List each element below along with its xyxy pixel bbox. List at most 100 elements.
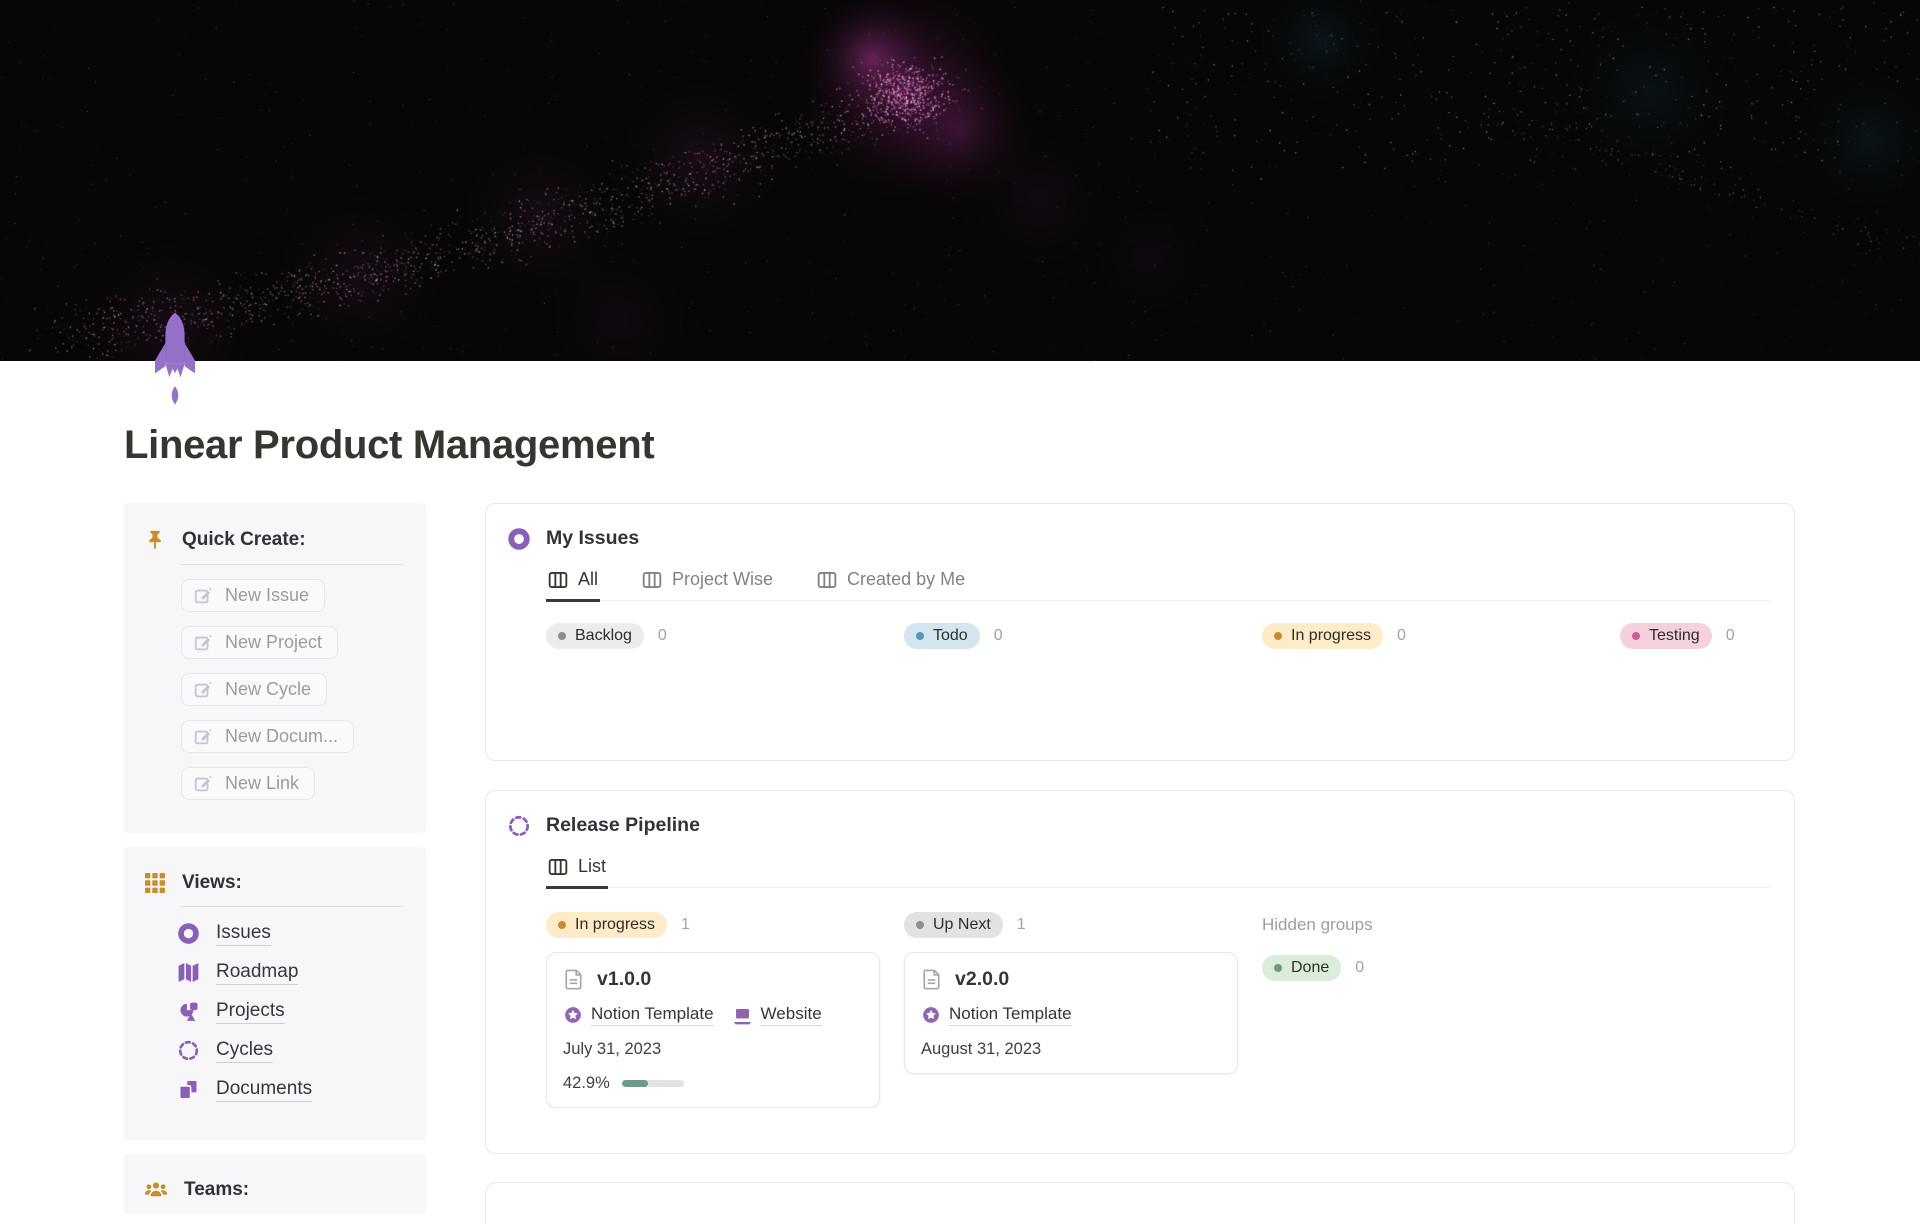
status-groups-row: Backlog 0 Todo 0 In progress 0 Testing 0: [546, 623, 1770, 649]
column-count: 0: [1355, 959, 1365, 976]
tab-label: Project Wise: [672, 569, 774, 589]
button-label: New Cycle: [225, 679, 312, 699]
board-view-icon: [548, 858, 568, 875]
quick-create-section: Quick Create: New Issue New Project New …: [124, 503, 426, 833]
status-pill[interactable]: In progress: [546, 912, 668, 938]
tab-label: List: [578, 856, 607, 876]
status-pill[interactable]: Testing: [1620, 623, 1712, 649]
link-label: Notion Template: [949, 1004, 1072, 1026]
compose-icon: [194, 775, 212, 791]
grid-icon: [145, 873, 165, 893]
star-badge-icon: [565, 1007, 581, 1023]
cycles-icon: [178, 1040, 199, 1061]
status-pill[interactable]: Backlog: [546, 623, 644, 649]
sidebar-item-issues[interactable]: Issues: [176, 921, 426, 946]
tab-label: All: [578, 569, 599, 589]
notion-template-link[interactable]: Notion Template: [921, 1004, 1072, 1026]
page-content: Quick Create: New Issue New Project New …: [0, 503, 1920, 1228]
new-link-button[interactable]: New Link: [181, 767, 316, 800]
status-label: In progress: [1291, 627, 1372, 644]
my-issues-tabs: All Project Wise Created by Me: [546, 569, 1770, 602]
pushpin-icon: [149, 530, 161, 550]
star-badge-icon: [923, 1007, 939, 1023]
tab-all[interactable]: All: [546, 569, 601, 602]
status-dot: [1274, 632, 1282, 640]
rocket-icon[interactable]: [150, 311, 200, 407]
card-title: Release Pipeline: [546, 814, 700, 836]
status-pill[interactable]: In progress: [1262, 623, 1384, 649]
quick-create-title: Quick Create:: [182, 529, 306, 550]
button-label: New Link: [225, 773, 300, 793]
laptop-icon: [733, 1008, 751, 1024]
section-divider: [181, 564, 402, 565]
roadmap-icon: [178, 963, 199, 982]
status-label: In progress: [575, 916, 656, 933]
board-view-icon: [642, 571, 662, 588]
status-label: Testing: [1649, 627, 1700, 644]
column-up-next: Up Next 1 v2.0.0 Notion Template August …: [904, 910, 1238, 1108]
views-header: Views:: [124, 872, 426, 894]
column-header: Up Next 1: [904, 910, 1238, 940]
page-icon: [923, 969, 940, 990]
page-title: Linear Product Management: [124, 423, 655, 467]
release-card-v2[interactable]: v2.0.0 Notion Template August 31, 2023: [904, 952, 1238, 1074]
quick-create-header: Quick Create:: [124, 528, 426, 552]
status-dot: [1274, 964, 1282, 972]
status-label: Up Next: [933, 916, 991, 933]
sidebar-item-roadmap[interactable]: Roadmap: [176, 960, 426, 985]
status-dot: [558, 921, 566, 929]
group-in-progress: In progress 0: [1262, 623, 1596, 649]
my-issues-icon: [508, 528, 530, 550]
board-view-icon: [548, 571, 568, 588]
page-icon: [565, 969, 582, 990]
section-divider: [181, 906, 402, 907]
tab-list[interactable]: List: [546, 856, 609, 889]
release-progress: 42.9%: [563, 1074, 863, 1093]
board-view-icon: [817, 571, 837, 588]
card-title: My Issues: [546, 527, 640, 549]
teams-title: Teams:: [184, 1179, 250, 1200]
column-header: Done 0: [1262, 953, 1596, 983]
status-dot: [558, 632, 566, 640]
progress-label: 42.9%: [563, 1074, 610, 1092]
new-issue-button[interactable]: New Issue: [181, 579, 326, 612]
group-backlog: Backlog 0: [546, 623, 880, 649]
tab-label: Created by Me: [847, 569, 966, 589]
projects-icon: [180, 1002, 198, 1021]
new-document-button[interactable]: New Docum...: [181, 720, 355, 753]
release-board: In progress 1 v1.0.0 Notion Template Web…: [546, 910, 1770, 1108]
sidebar: Quick Create: New Issue New Project New …: [124, 503, 426, 1228]
tab-created-by-me[interactable]: Created by Me: [815, 569, 967, 602]
sidebar-item-label: Cycles: [216, 1039, 274, 1063]
release-pipeline-icon: [508, 815, 530, 837]
new-project-button[interactable]: New Project: [181, 626, 339, 659]
release-card-v1[interactable]: v1.0.0 Notion Template Website July 31, …: [546, 952, 880, 1108]
new-cycle-button[interactable]: New Cycle: [181, 673, 328, 706]
sidebar-item-documents[interactable]: Documents: [176, 1077, 426, 1102]
link-label: Website: [760, 1004, 822, 1026]
hidden-groups-label: Hidden groups: [1262, 915, 1373, 934]
documents-icon: [178, 1079, 199, 1100]
release-title: v1.0.0: [597, 968, 652, 990]
my-issues-card: My Issues All Project Wise Created by Me: [485, 503, 1795, 761]
progress-bar: [621, 1080, 684, 1087]
column-header: In progress 1: [546, 910, 880, 940]
release-card-header: v1.0.0: [563, 968, 863, 991]
status-pill[interactable]: Todo: [904, 623, 980, 649]
website-link[interactable]: Website: [732, 1004, 822, 1026]
sidebar-item-projects[interactable]: Projects: [176, 999, 426, 1024]
release-date: August 31, 2023: [921, 1040, 1042, 1058]
compose-icon: [194, 728, 212, 744]
people-icon: [144, 1182, 168, 1197]
notion-template-link[interactable]: Notion Template: [563, 1004, 714, 1026]
issues-icon: [178, 923, 199, 944]
status-pill[interactable]: Done: [1262, 955, 1342, 981]
status-pill[interactable]: Up Next: [904, 912, 1003, 938]
release-title: v2.0.0: [955, 968, 1010, 990]
tab-project-wise[interactable]: Project Wise: [640, 569, 775, 602]
column-count: 1: [681, 916, 690, 933]
group-count: 0: [1397, 627, 1406, 644]
status-label: Done: [1291, 959, 1330, 976]
sidebar-item-cycles[interactable]: Cycles: [176, 1038, 426, 1063]
group-testing: Testing 0: [1620, 623, 1770, 649]
